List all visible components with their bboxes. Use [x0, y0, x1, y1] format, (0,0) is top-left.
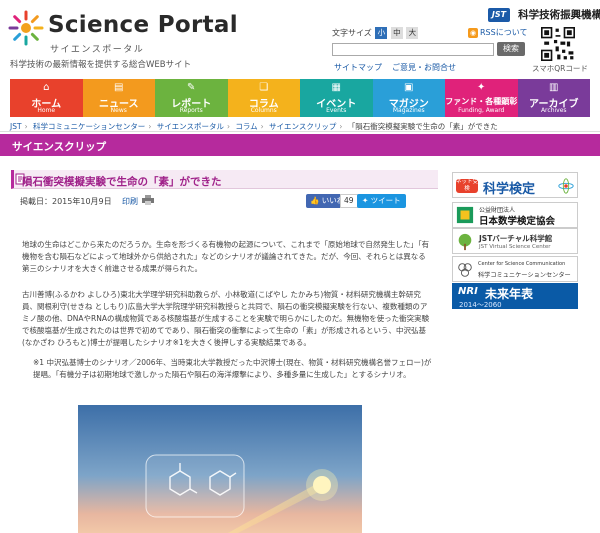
- column-icon: ❏: [259, 82, 269, 93]
- breadcrumb-jst[interactable]: JST: [10, 122, 22, 131]
- rss-link[interactable]: ◉ RSSについて: [468, 27, 527, 38]
- publish-date: 掲載日：2015年10月9日: [20, 197, 112, 206]
- article-paragraph: 地球の生命はどこから来たのだろうか。生命を形づくる有機物の起源について、これまで…: [22, 240, 430, 273]
- math-logo-icon: [456, 206, 474, 224]
- banner-virtual-science[interactable]: JSTバーチャル科学館 JST Virtual Science Center: [452, 228, 578, 254]
- site-tagline: 科学技術の最新情報を提供する総合WEBサイト: [10, 60, 192, 70]
- circles-logo-icon: [458, 263, 472, 277]
- banner-science-communication[interactable]: Center for Science Communication 科学コミュニケ…: [452, 256, 578, 282]
- banner-years: 2014～2060: [459, 301, 502, 309]
- banner-en: Center for Science Communication: [478, 261, 566, 267]
- banner-math-kentei[interactable]: 公益財団法人 日本数学検定協会: [452, 202, 578, 228]
- article-title: 隕石衝突模擬実験で生命の「素」ができた: [22, 176, 222, 188]
- article-footnote: ※1 中沢弘基博士のシナリオ／2006年、当時東北大学教授だった中沢博士(現在、…: [33, 358, 432, 379]
- search-button[interactable]: 検索: [497, 42, 525, 56]
- nav-funding-award[interactable]: ✦ ファンド・各種顕彰 Funding, Award: [445, 79, 518, 117]
- font-size-medium-button[interactable]: 中: [390, 27, 403, 39]
- like-count: 49: [340, 194, 358, 208]
- home-icon: ⌂: [43, 82, 50, 93]
- font-size-selector: 文字サイズ 小 中 大: [332, 27, 419, 39]
- nav-label: ファンド・各種顕彰: [445, 97, 518, 106]
- banner-title: 科学コミュニケーションセンター: [478, 272, 571, 279]
- qr-caption: スマホQRコード: [532, 64, 588, 73]
- banner-title: JSTバーチャル科学館: [479, 234, 553, 243]
- nav-home[interactable]: ⌂ ホーム Home: [10, 79, 83, 117]
- twitter-bird-icon: ✦: [362, 196, 371, 205]
- nav-label-en: Funding, Award: [458, 107, 505, 114]
- site-header: Science Portal サイエンスポータル 科学技術の最新情報を提供する総…: [0, 0, 600, 78]
- nav-reports[interactable]: ✎ レポート Reports: [155, 79, 228, 117]
- banner-kagaku-kentei[interactable]: ネット受検 科学検定: [452, 172, 578, 198]
- article-paragraph: 古川善博(ふるかわ よしひろ)東北大学理学研究科助教らが、小林敬道(こばやし た…: [22, 290, 430, 347]
- breadcrumb-portal[interactable]: サイエンスポータル: [157, 122, 224, 131]
- tree-icon: [458, 233, 472, 251]
- font-size-small-button[interactable]: 小: [375, 27, 388, 39]
- breadcrumb-scienceclip[interactable]: サイエンスクリップ: [269, 122, 336, 131]
- rss-icon: ◉: [468, 27, 478, 38]
- site-logo[interactable]: Science Portal サイエンスポータル: [8, 8, 238, 56]
- news-icon: ▤: [114, 82, 124, 93]
- nav-events[interactable]: ▦ イベント Events: [300, 79, 373, 117]
- nav-archives[interactable]: ▥ アーカイブ Archives: [517, 79, 590, 117]
- nav-label-en: Events: [326, 107, 347, 114]
- banner-sub: JST Virtual Science Center: [479, 244, 551, 250]
- qr-code-icon: [541, 27, 575, 61]
- divider: [0, 131, 600, 132]
- font-size-label: 文字サイズ: [332, 28, 372, 38]
- nav-label-en: News: [110, 107, 127, 114]
- fund-icon: ✦: [477, 82, 486, 93]
- jst-link[interactable]: JST 科学技術振興機構: [488, 4, 600, 22]
- nav-news[interactable]: ▤ ニュース News: [82, 79, 155, 117]
- banner-tag: ネット受検: [456, 179, 479, 193]
- tweet-label: ツイート: [370, 196, 401, 205]
- nav-label-en: Magazines: [392, 107, 425, 114]
- logo-title: Science Portal: [48, 12, 238, 38]
- global-nav: ⌂ ホーム Home ▤ ニュース News ✎ レポート Reports ❏ …: [10, 79, 590, 117]
- meteor-illustration: [78, 405, 362, 533]
- report-icon: ✎: [187, 82, 196, 93]
- font-size-large-button[interactable]: 大: [406, 27, 419, 39]
- magazine-icon: ▣: [404, 82, 414, 93]
- sun-logo-icon: [8, 10, 44, 46]
- nav-columns[interactable]: ❏ コラム Columns: [227, 79, 300, 117]
- thumbs-up-icon: 👍: [310, 196, 322, 205]
- atom-icon: [558, 178, 574, 194]
- nav-label-en: Archives: [540, 107, 567, 114]
- nav-label-en: Columns: [250, 107, 277, 114]
- nav-label-en: Home: [37, 107, 56, 114]
- sitemap-link[interactable]: サイトマップ: [334, 62, 382, 73]
- event-icon: ▦: [331, 82, 341, 93]
- tweet-button[interactable]: ✦ ツイート: [357, 194, 406, 208]
- banner-title: 科学検定: [483, 182, 536, 197]
- banner-title: 日本数学検定協会: [479, 216, 556, 227]
- nav-label-en: Reports: [179, 107, 203, 114]
- breadcrumb-center[interactable]: 科学コミュニケーションセンター: [33, 122, 145, 131]
- breadcrumb-current: 「隕石衝突模擬実験で生命の「素」ができた: [347, 122, 498, 131]
- section-header: サイエンスクリップ: [0, 134, 600, 156]
- printer-icon[interactable]: [142, 195, 154, 205]
- contact-link[interactable]: ご意見・お問合せ: [392, 62, 456, 73]
- jst-name: 科学技術振興機構: [518, 9, 600, 21]
- section-title: サイエンスクリップ: [12, 141, 107, 153]
- banner-brand: NRI: [458, 286, 478, 297]
- nav-magazines[interactable]: ▣ マガジン Magazines: [372, 79, 445, 117]
- jst-logo-icon: JST: [488, 7, 510, 22]
- logo-subtitle: サイエンスポータル: [50, 45, 145, 55]
- print-link[interactable]: 印刷: [122, 196, 138, 207]
- archive-icon: ▥: [549, 82, 559, 93]
- breadcrumb-column[interactable]: コラム: [235, 122, 257, 131]
- banner-nri-mirai-nenpyo[interactable]: NRI 未来年表 2014～2060: [452, 283, 578, 309]
- rss-label: RSSについて: [480, 28, 528, 37]
- search-input[interactable]: [332, 43, 494, 56]
